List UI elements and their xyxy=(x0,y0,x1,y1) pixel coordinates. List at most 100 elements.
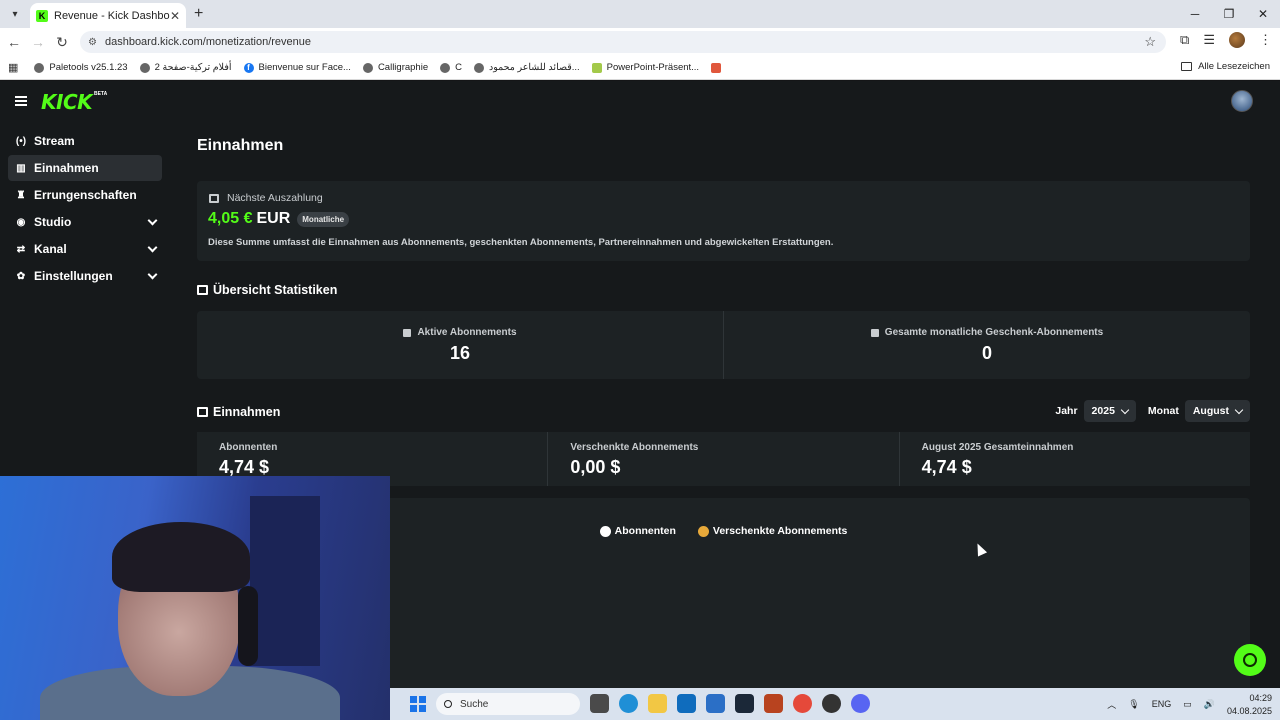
clock-time: 04:29 xyxy=(1249,693,1272,703)
stat-value: 0 xyxy=(981,343,992,363)
revenue-card-gifted: Verschenkte Abonnements 0,00 $ xyxy=(547,432,899,486)
year-select[interactable]: 2025 xyxy=(1083,400,1136,422)
chart-icon: ▥ xyxy=(16,162,26,174)
user-avatar[interactable] xyxy=(1231,90,1253,112)
game-icon[interactable] xyxy=(764,694,783,713)
media-icon[interactable]: ☰ xyxy=(1203,32,1215,48)
chrome-icon[interactable] xyxy=(793,694,812,713)
sidebar-item-stream[interactable]: (•) Stream xyxy=(8,128,162,154)
support-chat-button[interactable] xyxy=(1234,644,1266,676)
sidebar-item-label: Studio xyxy=(34,215,72,229)
revenue-value: 0,00 $ xyxy=(570,457,621,477)
tab-title: Revenue - Kick Dashboard xyxy=(54,9,170,22)
bookmark-item[interactable]: PowerPoint-Präsent... xyxy=(591,62,699,73)
sidebar-item-einnahmen[interactable]: ▥ Einnahmen xyxy=(8,155,162,181)
chart-icon xyxy=(870,328,879,337)
folder-icon xyxy=(1181,62,1193,71)
tab-search-icon[interactable]: ▾ xyxy=(4,3,26,25)
steam-icon[interactable] xyxy=(735,694,754,713)
store-icon[interactable] xyxy=(706,694,725,713)
sidebar-item-label: Errungenschaften xyxy=(34,188,137,202)
outlook-icon[interactable] xyxy=(677,694,696,713)
chevron-down-icon xyxy=(1120,405,1130,414)
stat-active-subscriptions: Aktive Abonnements 16 xyxy=(197,311,723,379)
chevron-down-icon xyxy=(147,215,158,226)
bookmark-item[interactable]: Paletools v25.1.23 xyxy=(34,62,128,73)
new-tab-icon[interactable]: + xyxy=(194,5,203,23)
chevron-down-icon xyxy=(1234,405,1244,414)
month-select[interactable]: August xyxy=(1184,400,1250,422)
reload-icon[interactable]: ↻ xyxy=(50,34,74,51)
overview-stats: Aktive Abonnements 16 Gesamte monatliche… xyxy=(197,311,1250,379)
facebook-icon: f xyxy=(243,62,254,73)
browser-tab[interactable]: K Revenue - Kick Dashboard ✕ xyxy=(30,3,186,28)
toolbar-actions: ⧉ ☰ ⋮ xyxy=(1180,32,1272,48)
forward-icon[interactable]: → xyxy=(26,34,50,50)
year-label: Jahr xyxy=(1055,405,1078,417)
bookmark-star-icon[interactable]: ☆ xyxy=(1144,34,1156,50)
month-label: Monat xyxy=(1147,405,1179,417)
bookmark-item[interactable]: أفلام تركية-صفحة 2 xyxy=(139,62,232,73)
sidebar-item-label: Einnahmen xyxy=(34,161,99,175)
app-icon[interactable] xyxy=(822,694,841,713)
sidebar-item-kanal[interactable]: ⇄ Kanal xyxy=(8,236,162,262)
overview-section-title: Übersicht Statistiken xyxy=(197,283,337,297)
payout-frequency-badge: Monatliche xyxy=(297,211,350,227)
legend-item-subscribers[interactable]: Abonnenten xyxy=(599,525,676,537)
back-icon[interactable]: ← xyxy=(2,34,26,50)
bookmark-item[interactable]: Calligraphie xyxy=(362,62,428,73)
tab-close-icon[interactable]: ✕ xyxy=(170,9,180,23)
taskbar-search[interactable]: Suche xyxy=(436,693,580,715)
legend-item-gifted[interactable]: Verschenkte Abonnements xyxy=(697,525,847,537)
webcam-background xyxy=(250,496,320,666)
chart-icon xyxy=(403,328,412,337)
bookmark-item[interactable]: قصائد للشاعر محمود... xyxy=(473,62,580,73)
profile-avatar[interactable] xyxy=(1229,32,1245,48)
taskbar-clock[interactable]: 04:29 04.08.2025 xyxy=(1227,691,1272,717)
extensions-icon[interactable]: ⧉ xyxy=(1180,32,1189,48)
all-bookmarks[interactable]: Alle Lesezeichen xyxy=(1181,61,1270,72)
powerpoint-icon xyxy=(591,62,602,73)
bookmark-red-icon xyxy=(711,62,722,73)
revenue-section-title: Einnahmen xyxy=(197,405,280,419)
beta-badge: BETA xyxy=(94,91,108,97)
url-field[interactable]: ⚙ dashboard.kick.com/monetization/revenu… xyxy=(80,31,1166,53)
studio-icon: ◉ xyxy=(16,216,26,228)
headset-icon xyxy=(1243,653,1257,667)
sidebar-item-errungenschaften[interactable]: ♜ Errungenschaften xyxy=(8,182,162,208)
discord-icon[interactable] xyxy=(851,694,870,713)
url-text: dashboard.kick.com/monetization/revenue xyxy=(104,36,312,48)
bookmark-item[interactable] xyxy=(711,62,726,73)
sidebar-item-studio[interactable]: ◉ Studio xyxy=(8,209,162,235)
hamburger-menu-icon[interactable] xyxy=(15,96,27,106)
stat-gift-subscriptions: Gesamte monatliche Geschenk-Abonnements … xyxy=(723,311,1250,379)
minimize-icon[interactable]: ─ xyxy=(1178,0,1212,28)
revenue-filters: Jahr 2025 Monat August xyxy=(1055,400,1250,422)
network-icon[interactable]: ▭ xyxy=(1183,699,1192,710)
tray-chevron-up-icon[interactable]: ︿ xyxy=(1107,698,1116,711)
microphone-icon[interactable]: 🎙 xyxy=(1128,699,1139,710)
revenue-card-total: August 2025 Gesamteinnahmen 4,74 $ xyxy=(898,432,1250,486)
bookmark-item[interactable]: C xyxy=(440,62,462,73)
sidebar-item-einstellungen[interactable]: ✿ Einstellungen xyxy=(8,263,162,289)
gear-icon: ✿ xyxy=(16,270,26,282)
volume-icon[interactable]: 🔊 xyxy=(1204,699,1215,710)
file-explorer-icon[interactable] xyxy=(648,694,667,713)
restore-icon[interactable]: ❐ xyxy=(1212,0,1246,28)
channel-icon: ⇄ xyxy=(16,243,26,255)
apps-grid-icon[interactable]: ▦ xyxy=(8,61,18,74)
chart-icon xyxy=(197,407,208,417)
taskbar-apps xyxy=(590,694,870,713)
task-view-icon[interactable] xyxy=(590,694,609,713)
kick-logo[interactable]: KICK xyxy=(41,90,93,114)
webcam-person-hair xyxy=(112,522,250,592)
close-window-icon[interactable]: ✕ xyxy=(1246,0,1280,28)
windows-start-icon[interactable] xyxy=(410,696,426,712)
payout-currency: EUR xyxy=(256,210,291,227)
language-indicator[interactable]: ENG xyxy=(1152,699,1172,709)
window-controls: ─ ❐ ✕ xyxy=(1178,0,1280,28)
bookmark-item[interactable]: f Bienvenue sur Face... xyxy=(243,62,351,73)
edge-icon[interactable] xyxy=(619,694,638,713)
menu-icon[interactable]: ⋮ xyxy=(1259,32,1272,48)
site-info-icon[interactable]: ⚙ xyxy=(88,37,97,48)
